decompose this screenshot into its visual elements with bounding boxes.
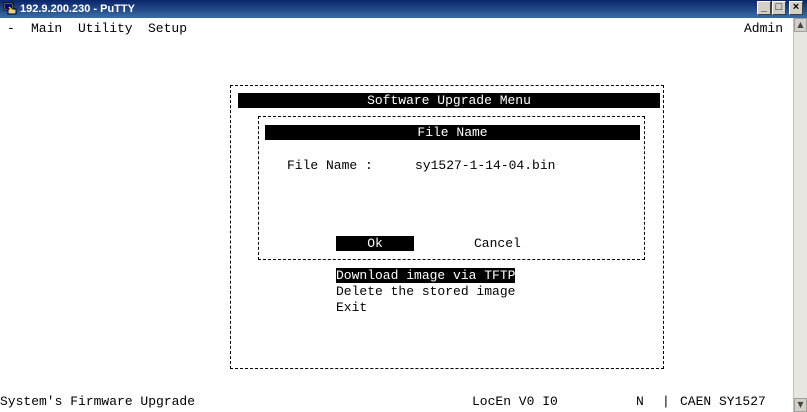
file-name-label: File Name : bbox=[287, 158, 373, 173]
menu-item-download-tftp[interactable]: Download image via TFTP bbox=[336, 268, 516, 283]
scroll-up-icon[interactable]: ▲ bbox=[794, 18, 807, 32]
cancel-button[interactable]: Cancel bbox=[474, 236, 521, 251]
status-mode: LocEn V0 I0 bbox=[472, 394, 558, 409]
menu-utility[interactable]: Utility bbox=[78, 21, 133, 36]
menu-item-exit[interactable]: Exit bbox=[336, 300, 367, 315]
file-panel-title: File Name bbox=[265, 125, 640, 140]
dialog-title: Software Upgrade Menu bbox=[238, 93, 660, 108]
terminal-screen[interactable]: - Main Utility Setup Admin Software Upgr… bbox=[0, 18, 793, 412]
ok-button[interactable]: Ok bbox=[336, 236, 414, 251]
minimize-button[interactable]: _ bbox=[757, 1, 771, 15]
menu-item-delete-image[interactable]: Delete the stored image bbox=[336, 284, 515, 299]
vertical-scrollbar[interactable]: ▲ ▼ bbox=[793, 18, 807, 412]
menu-main[interactable]: Main bbox=[31, 21, 62, 36]
menubar-dash: - bbox=[7, 21, 15, 36]
status-flag: N bbox=[636, 394, 644, 409]
scroll-down-icon[interactable]: ▼ bbox=[794, 398, 807, 412]
maximize-button[interactable]: □ bbox=[772, 1, 786, 15]
status-description: System's Firmware Upgrade bbox=[0, 394, 196, 409]
user-label: Admin bbox=[744, 21, 784, 36]
menu-setup[interactable]: Setup bbox=[148, 21, 187, 36]
status-separator: | bbox=[662, 394, 670, 409]
window-titlebar[interactable]: 192.9.200.230 - PuTTY _ □ × bbox=[0, 0, 807, 18]
close-button[interactable]: × bbox=[789, 1, 803, 15]
file-name-input[interactable]: sy1527-1-14-04.bin bbox=[415, 158, 555, 173]
putty-app-icon[interactable] bbox=[3, 1, 17, 15]
window-title: 192.9.200.230 - PuTTY bbox=[20, 3, 135, 15]
status-device: CAEN SY1527 bbox=[680, 394, 766, 409]
